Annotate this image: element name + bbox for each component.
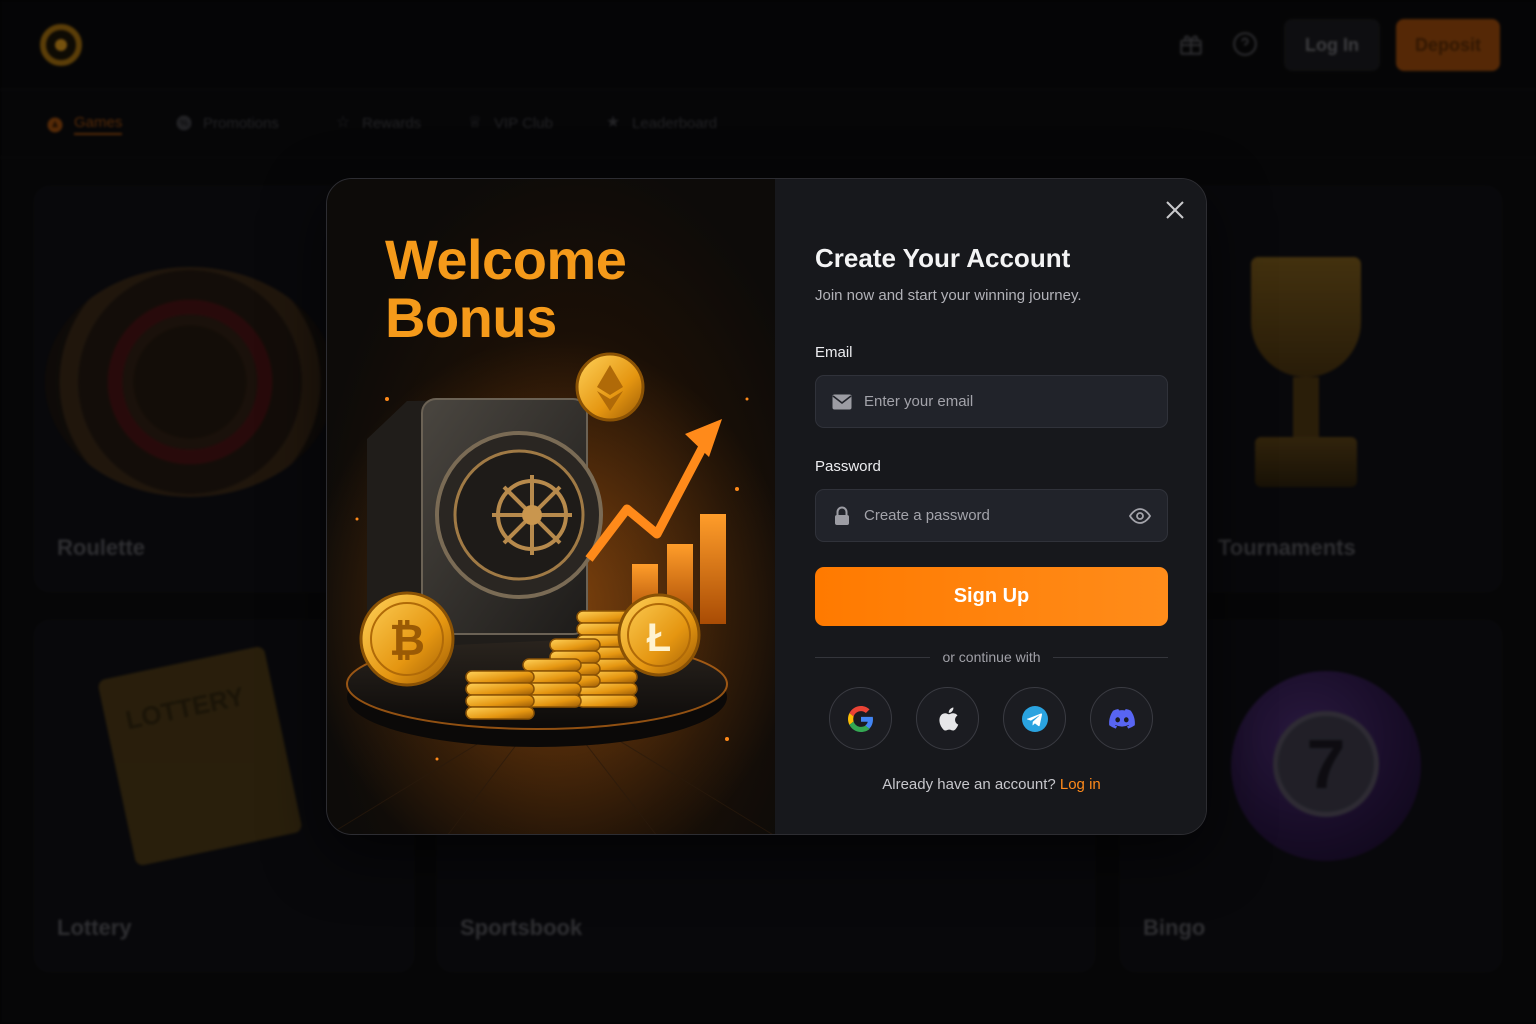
telegram-login-button[interactable] [1003,687,1066,750]
close-icon[interactable] [1163,199,1187,223]
email-label: Email [815,344,853,361]
mail-icon [832,392,852,412]
divider-line [1052,656,1168,658]
apple-login-button[interactable] [916,687,979,750]
svg-text:Ł: Ł [647,616,671,660]
password-field[interactable] [815,489,1168,542]
sign-up-button[interactable]: Sign Up [815,567,1168,626]
signup-modal: Welcome Bonus ₿ Ł Create Your Account Jo… [326,178,1207,835]
svg-text:₿: ₿ [389,616,425,665]
promo-title: Welcome Bonus [385,228,627,347]
promo-panel: Welcome Bonus ₿ Ł [327,179,775,834]
divider-line [815,656,931,658]
email-field[interactable] [815,375,1168,428]
form-title: Create Your Account [815,243,1071,273]
social-divider: or continue with [815,647,1168,667]
vault-coins-illustration: ₿ Ł [327,339,775,834]
email-input[interactable] [864,393,1151,410]
login-prompt: Already have an account? Log in [815,776,1168,793]
form-subtitle: Join now and start your winning journey. [815,287,1082,304]
lock-icon [832,506,852,526]
password-input[interactable] [864,507,1129,524]
divider-text: or continue with [942,649,1041,665]
google-login-button[interactable] [829,687,892,750]
discord-login-button[interactable] [1090,687,1153,750]
login-prompt-text: Already have an account? [882,776,1056,793]
discord-icon [1108,708,1135,729]
login-link[interactable]: Log in [1060,776,1101,793]
password-label: Password [815,458,881,475]
eye-icon[interactable] [1129,505,1151,527]
google-icon [847,705,873,732]
apple-icon [938,706,958,731]
telegram-icon [1021,705,1048,732]
promo-title-line1: Welcome [385,228,627,291]
